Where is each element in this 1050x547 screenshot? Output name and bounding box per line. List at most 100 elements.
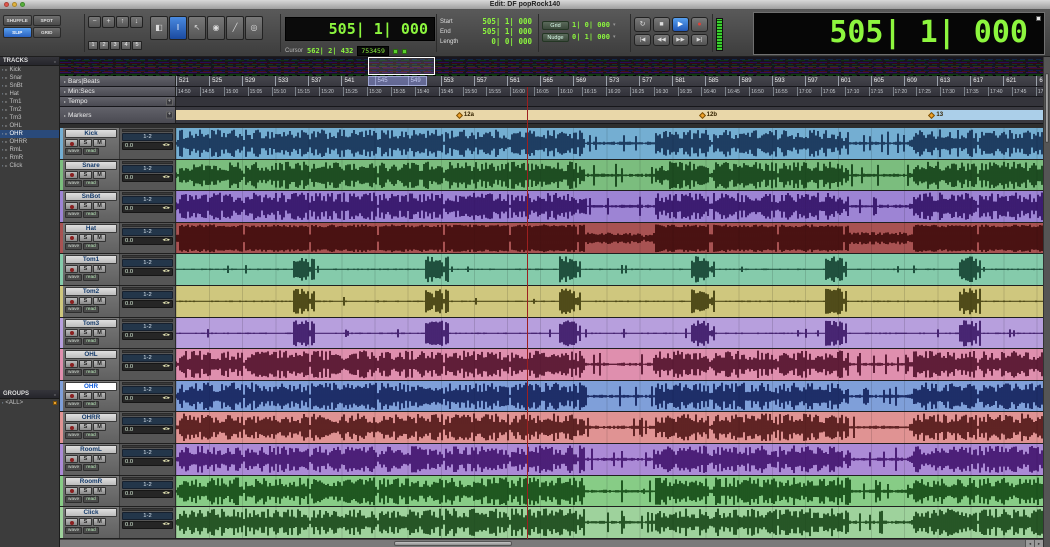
record-enable-button[interactable] xyxy=(65,423,78,431)
slip-mode-button[interactable]: SLIP xyxy=(3,27,32,38)
io-output-display[interactable]: 1-2 xyxy=(122,259,173,267)
waveform-view-selector[interactable]: wave xyxy=(65,243,82,250)
sidebar-track-item[interactable]: ▪▸OHL xyxy=(0,122,59,130)
shuffle-mode-button[interactable]: SHUFFLE xyxy=(3,15,32,26)
sidebar-track-item[interactable]: ▪▸Hat xyxy=(0,90,59,98)
sidebar-track-item[interactable]: ▪▸Snar xyxy=(0,74,59,82)
io-output-display[interactable]: 1-2 xyxy=(122,481,173,489)
volume-display[interactable]: 0.0◂0▸ xyxy=(122,363,173,371)
solo-button[interactable]: S xyxy=(79,171,92,179)
end-value[interactable]: 505| 1| 000 xyxy=(482,27,532,37)
universe-view-box[interactable] xyxy=(368,57,436,75)
volume-display[interactable]: 0.0◂0▸ xyxy=(122,490,173,498)
minimize-button[interactable] xyxy=(12,2,17,7)
sidebar-track-item[interactable]: ▪▸RmR xyxy=(0,154,59,162)
sidebar-track-item[interactable]: ▪▸Tm2 xyxy=(0,106,59,114)
automation-mode-selector[interactable]: read xyxy=(83,274,99,281)
nudge-value[interactable]: 0| 1| 000 xyxy=(572,33,610,41)
io-input-display[interactable] xyxy=(122,192,173,195)
timeline-marker[interactable]: 12b xyxy=(700,112,717,118)
record-enable-button[interactable] xyxy=(65,297,78,305)
bars-ruler[interactable]: 5215255295335375415455495535575615655695… xyxy=(176,76,1043,86)
markers-ruler-label[interactable]: ▸Markers+ xyxy=(60,107,176,123)
track-lane[interactable] xyxy=(176,191,1043,222)
sidebar-track-item[interactable]: ▪▸OHRR xyxy=(0,138,59,146)
volume-display[interactable]: 0.0◂0▸ xyxy=(122,205,173,213)
sidebar-track-item[interactable]: ▪▸OHR xyxy=(0,130,59,138)
track-name-button[interactable]: Tom2 xyxy=(65,287,117,296)
io-output-display[interactable]: 1-2 xyxy=(122,196,173,204)
spot-mode-button[interactable]: SPOT xyxy=(33,15,62,26)
solo-button[interactable]: S xyxy=(79,202,92,210)
track-lane[interactable] xyxy=(176,318,1043,349)
mute-button[interactable]: M xyxy=(93,139,106,147)
waveform-view-selector[interactable]: wave xyxy=(65,401,82,408)
volume-display[interactable]: 0.0◂0▸ xyxy=(122,174,173,182)
automation-mode-selector[interactable]: read xyxy=(83,180,99,187)
track-lane[interactable] xyxy=(176,412,1043,443)
io-output-display[interactable]: 1-2 xyxy=(122,228,173,236)
solo-button[interactable]: S xyxy=(79,392,92,400)
track-lane[interactable] xyxy=(176,476,1043,507)
waveform-view-selector[interactable]: wave xyxy=(65,527,82,534)
track-name-button[interactable]: Tom1 xyxy=(65,255,117,264)
zoom-preset-1-button[interactable]: 1 xyxy=(88,41,98,50)
mute-button[interactable]: M xyxy=(93,202,106,210)
automation-mode-selector[interactable]: read xyxy=(83,496,99,503)
track-lane[interactable] xyxy=(176,223,1043,254)
track-lane[interactable] xyxy=(176,160,1043,191)
horizontal-scroll-thumb[interactable] xyxy=(394,541,512,546)
grid-value-button[interactable]: Grid xyxy=(542,21,569,30)
mute-button[interactable]: M xyxy=(93,234,106,242)
mute-button[interactable]: M xyxy=(93,518,106,526)
sidebar-track-item[interactable]: ▪▸Click xyxy=(0,162,59,170)
waveform-view-selector[interactable]: wave xyxy=(65,338,82,345)
tempo-ruler-label[interactable]: ▸Tempo+ xyxy=(60,97,176,106)
mute-button[interactable]: M xyxy=(93,423,106,431)
track-lane[interactable] xyxy=(176,381,1043,412)
big-counter-display[interactable]: 505| 1| 000 xyxy=(753,12,1045,55)
record-enable-button[interactable] xyxy=(65,360,78,368)
io-input-display[interactable] xyxy=(122,477,173,480)
automation-mode-selector[interactable]: read xyxy=(83,401,99,408)
sidebar-track-item[interactable]: ▪▸RmL xyxy=(0,146,59,154)
track-lane[interactable] xyxy=(176,507,1043,538)
record-enable-button[interactable] xyxy=(65,139,78,147)
record-enable-button[interactable] xyxy=(65,518,78,526)
io-input-display[interactable] xyxy=(122,224,173,227)
record-enable-button[interactable] xyxy=(65,234,78,242)
waveform-view-selector[interactable]: wave xyxy=(65,464,82,471)
go-to-end-button[interactable]: ▶| xyxy=(691,34,708,46)
chevron-down-icon[interactable]: ▾ xyxy=(613,22,616,28)
close-icon[interactable] xyxy=(1036,16,1041,21)
track-name-button[interactable]: RoomL xyxy=(65,445,117,454)
record-enable-button[interactable] xyxy=(65,392,78,400)
zoom-window-button[interactable] xyxy=(20,2,25,7)
markers-ruler[interactable]: 12a12b13 xyxy=(176,107,1043,123)
sidebar-group-item[interactable]: ▪<ALL> xyxy=(0,399,59,407)
sidebar-track-item[interactable]: ▪▸Tm3 xyxy=(0,114,59,122)
sidebar-track-item[interactable]: ▪▸Kick xyxy=(0,66,59,74)
grid-mode-button[interactable]: GRID xyxy=(33,27,62,38)
io-input-display[interactable] xyxy=(122,319,173,322)
loop-playback-button[interactable]: ↻ xyxy=(634,17,651,32)
horizontal-scrollbar[interactable]: ◂ ▸ xyxy=(60,539,1043,547)
automation-mode-selector[interactable]: read xyxy=(83,148,99,155)
mute-button[interactable]: M xyxy=(93,455,106,463)
sidebar-track-item[interactable]: ▪▸SnBt xyxy=(0,82,59,90)
scrubber-tool-button[interactable]: ◉ xyxy=(207,16,225,40)
trim-tool-button[interactable]: ◧ xyxy=(150,16,168,40)
return-to-zero-button[interactable]: |◀ xyxy=(634,34,651,46)
record-enable-button[interactable] xyxy=(65,265,78,273)
io-output-display[interactable]: 1-2 xyxy=(122,354,173,362)
grabber-tool-button[interactable]: ↖ xyxy=(188,16,206,40)
automation-mode-selector[interactable]: read xyxy=(83,464,99,471)
track-name-button[interactable]: SnBot xyxy=(65,192,117,201)
volume-display[interactable]: 0.0◂0▸ xyxy=(122,300,173,308)
io-output-display[interactable]: 1-2 xyxy=(122,323,173,331)
volume-display[interactable]: 0.0◂0▸ xyxy=(122,458,173,466)
tempo-ruler[interactable] xyxy=(176,97,1043,106)
groups-panel-header[interactable]: GROUPS ○ xyxy=(0,390,59,399)
zoom-preset-5-button[interactable]: 5 xyxy=(132,41,142,50)
selector-tool-button[interactable]: I xyxy=(169,16,187,40)
